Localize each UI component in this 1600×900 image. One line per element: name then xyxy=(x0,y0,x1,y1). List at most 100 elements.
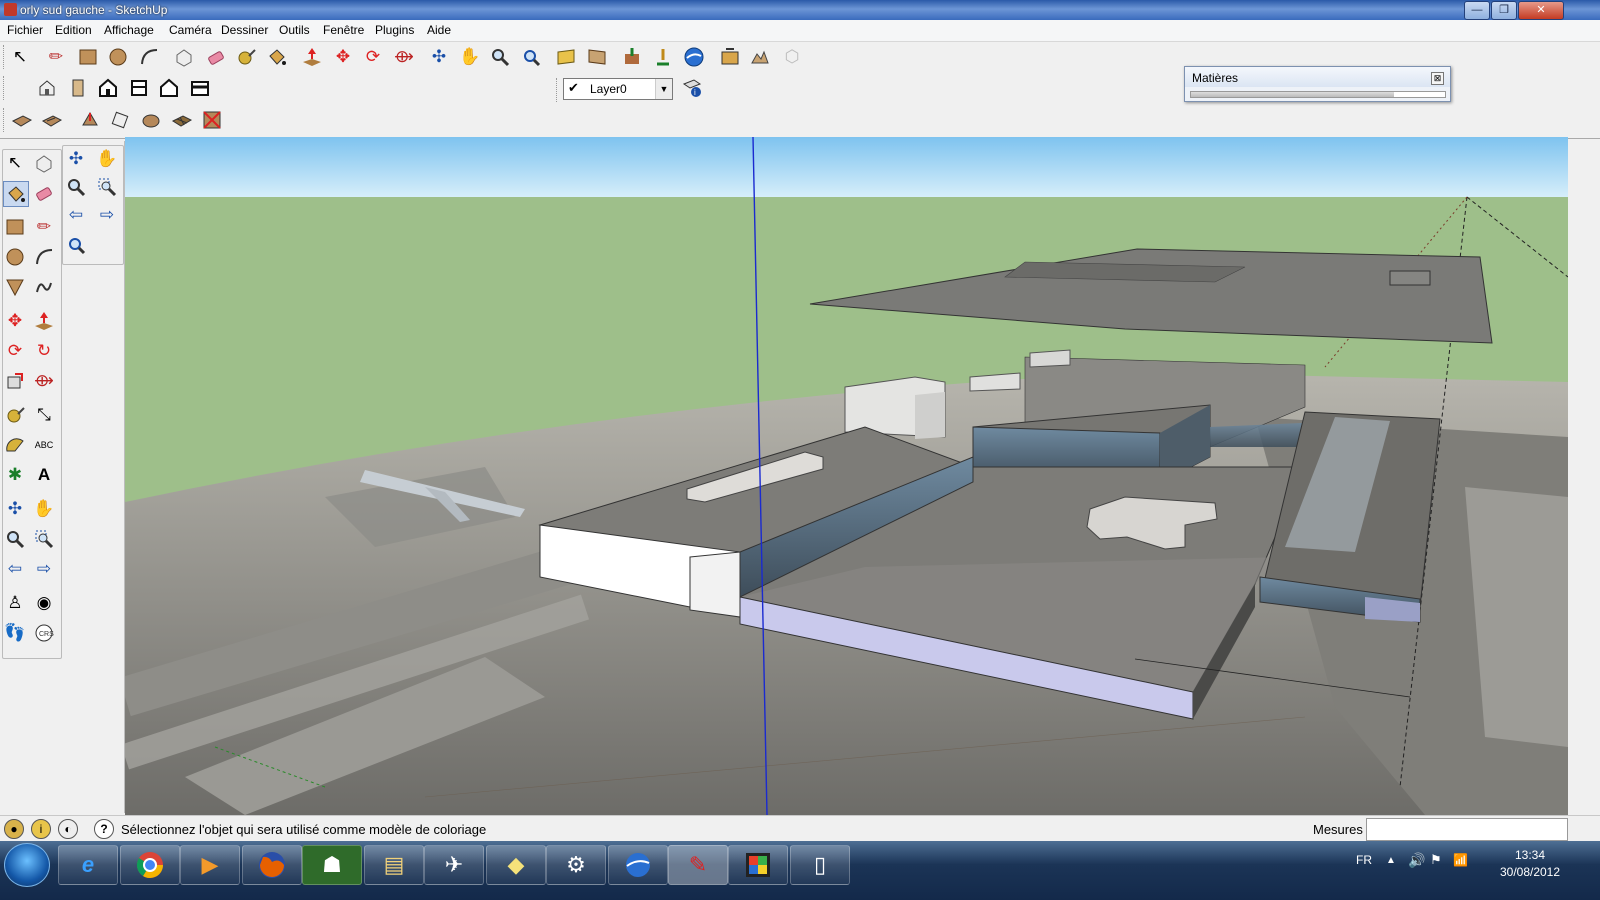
circle-icon[interactable] xyxy=(3,245,27,269)
protractor-icon[interactable] xyxy=(3,433,27,457)
network-app-icon[interactable]: ⚙ xyxy=(546,845,606,885)
toolbar-grip[interactable] xyxy=(556,78,560,102)
move-icon[interactable]: ✥ xyxy=(3,309,27,333)
zoom-window-icon[interactable] xyxy=(32,527,56,551)
measure-input[interactable] xyxy=(1366,818,1568,841)
share-model-icon[interactable] xyxy=(651,45,675,69)
right-view-icon[interactable] xyxy=(127,76,151,100)
pencil-icon[interactable]: ✏ xyxy=(44,45,68,69)
toolbar-grip[interactable] xyxy=(3,76,7,100)
position-camera-icon[interactable]: ♙ xyxy=(3,591,27,615)
tape-measure-icon[interactable] xyxy=(3,403,27,427)
share-component-icon[interactable]: ⬡ xyxy=(780,45,804,69)
push-pull-icon[interactable] xyxy=(300,45,324,69)
maximize-button[interactable]: ❐ xyxy=(1491,1,1517,20)
toggle-terrain-icon[interactable] xyxy=(748,45,772,69)
zoom-icon[interactable] xyxy=(64,175,88,199)
help-icon[interactable]: ? xyxy=(94,819,114,839)
offset-icon[interactable]: ⟴ xyxy=(392,45,416,69)
polygon-icon[interactable] xyxy=(3,275,27,299)
make-component-icon[interactable] xyxy=(172,45,196,69)
notepad-icon[interactable]: ▯ xyxy=(790,845,850,885)
orbit-icon[interactable]: ✣ xyxy=(3,497,27,521)
user-icon[interactable]: ◐ xyxy=(58,819,78,839)
toolbar-grip[interactable] xyxy=(3,45,7,69)
top-view-icon[interactable] xyxy=(66,76,90,100)
smoove-icon[interactable] xyxy=(78,108,102,132)
rotate-icon[interactable]: ⟳ xyxy=(3,339,27,363)
menu-plugins[interactable]: Plugins xyxy=(375,23,414,37)
chevron-down-icon[interactable]: ▼ xyxy=(655,79,672,99)
menu-edition[interactable]: Edition xyxy=(55,23,92,37)
3d-text-icon[interactable]: A xyxy=(32,463,56,487)
menu-fenetre[interactable]: Fenêtre xyxy=(323,23,364,37)
flag-icon[interactable]: ⚑ xyxy=(1430,852,1442,868)
add-detail-icon[interactable] xyxy=(170,108,194,132)
menu-dessiner[interactable]: Dessiner xyxy=(221,23,268,37)
arc-icon[interactable] xyxy=(137,45,161,69)
internet-explorer-icon[interactable]: e xyxy=(58,845,118,885)
previous-view-icon[interactable]: ⇦ xyxy=(64,203,88,227)
move-icon[interactable]: ✥ xyxy=(331,45,355,69)
circle-icon[interactable] xyxy=(106,45,130,69)
notes-icon[interactable]: ◆ xyxy=(486,845,546,885)
menu-outils[interactable]: Outils xyxy=(279,23,310,37)
stamp-icon[interactable] xyxy=(108,108,132,132)
rotate-icon[interactable]: ⟳ xyxy=(361,45,385,69)
tray-expand-icon[interactable]: ▲ xyxy=(1386,855,1396,866)
color-app-icon[interactable] xyxy=(728,845,788,885)
back-view-icon[interactable] xyxy=(157,76,181,100)
close-button[interactable]: ✕ xyxy=(1518,1,1564,20)
media-player-icon[interactable]: ▶ xyxy=(180,845,240,885)
next-view-icon[interactable] xyxy=(585,45,609,69)
geo-location-icon[interactable]: ● xyxy=(4,819,24,839)
layer-manager-icon[interactable]: i xyxy=(680,76,704,100)
section-plane-icon[interactable]: CRS xyxy=(32,621,56,645)
eraser-icon[interactable] xyxy=(32,181,56,205)
sketchup-icon[interactable]: ✎ xyxy=(668,845,728,885)
layer-select[interactable]: ✔ Layer0 ▼ xyxy=(563,78,673,100)
zoom-icon[interactable] xyxy=(3,527,27,551)
paint-bucket-icon[interactable] xyxy=(265,45,289,69)
model-viewport[interactable] xyxy=(125,137,1568,815)
scale-icon[interactable] xyxy=(3,369,27,393)
menu-aide[interactable]: Aide xyxy=(427,23,451,37)
select-icon[interactable]: ↖ xyxy=(3,151,27,175)
orbit-icon[interactable]: ✣ xyxy=(64,147,88,171)
orbit-icon[interactable]: ✣ xyxy=(427,45,451,69)
next-view-icon[interactable]: ⇨ xyxy=(95,203,119,227)
front-view-icon[interactable] xyxy=(96,76,120,100)
start-button[interactable] xyxy=(4,843,50,887)
google-earth-icon[interactable] xyxy=(608,845,668,885)
rectangle-icon[interactable] xyxy=(3,215,27,239)
pan-icon[interactable]: ✋ xyxy=(458,45,482,69)
menu-affichage[interactable]: Affichage xyxy=(104,23,154,37)
materials-panel-header[interactable]: Matières ⊠ xyxy=(1185,67,1450,87)
drape-icon[interactable] xyxy=(139,108,163,132)
sandbox-contours-icon[interactable] xyxy=(10,108,34,132)
eraser-icon[interactable] xyxy=(204,45,228,69)
sandbox-scratch-icon[interactable] xyxy=(40,108,64,132)
google-earth-icon[interactable] xyxy=(682,45,706,69)
get-models-icon[interactable] xyxy=(620,45,644,69)
explorer-icon[interactable]: ▤ xyxy=(364,845,424,885)
offset-icon[interactable]: ⟴ xyxy=(32,369,56,393)
paint-bucket-icon[interactable] xyxy=(3,181,29,207)
dimension-icon[interactable]: ⤡ xyxy=(32,403,56,427)
left-view-icon[interactable] xyxy=(188,76,212,100)
airplane-app-icon[interactable]: ✈ xyxy=(424,845,484,885)
get-photo-icon[interactable] xyxy=(718,45,742,69)
zoom-extents-icon[interactable] xyxy=(519,45,543,69)
firefox-icon[interactable] xyxy=(242,845,302,885)
zoom-window-icon[interactable] xyxy=(95,175,119,199)
iso-view-icon[interactable] xyxy=(35,76,59,100)
flip-edge-icon[interactable] xyxy=(200,108,224,132)
axes-icon[interactable]: ✱ xyxy=(3,463,27,487)
pencil-icon[interactable]: ✏ xyxy=(32,215,56,239)
look-around-icon[interactable]: ◉ xyxy=(32,591,56,615)
rectangle-icon[interactable] xyxy=(76,45,100,69)
freehand-icon[interactable] xyxy=(32,275,56,299)
next-view-icon[interactable]: ⇨ xyxy=(32,557,56,581)
arc-icon[interactable] xyxy=(32,245,56,269)
chrome-icon[interactable] xyxy=(120,845,180,885)
